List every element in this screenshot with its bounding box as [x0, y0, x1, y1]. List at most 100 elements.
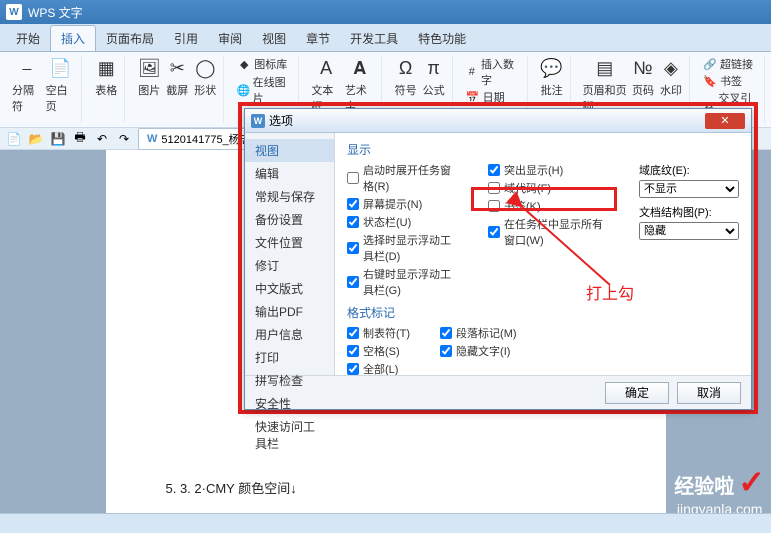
display-col2-checkbox-1[interactable] [488, 182, 500, 194]
display-col2-checkbox-2[interactable] [488, 200, 500, 212]
display-col1-1[interactable]: 屏幕提示(N) [347, 196, 458, 212]
shapes-button[interactable]: ◯形状 [193, 56, 217, 98]
open-icon[interactable]: 📂 [28, 131, 44, 147]
sidebar-item-pdf[interactable]: 输出PDF [245, 300, 334, 323]
wordart-button[interactable]: 𝐀艺术字 [345, 56, 375, 114]
dialog-title: 选项 [269, 112, 293, 129]
dialog-close-button[interactable]: ✕ [705, 113, 745, 129]
display-col1-3[interactable]: 选择时显示浮动工具栏(D) [347, 232, 458, 264]
tab-review[interactable]: 审阅 [208, 26, 252, 51]
section-display-title: 显示 [347, 141, 739, 158]
sidebar-item-filelocation[interactable]: 文件位置 [245, 231, 334, 254]
fmt-col2-label-1: 隐藏文字(I) [456, 343, 510, 359]
display-col1-checkbox-3[interactable] [347, 242, 359, 254]
fmt-col1-2[interactable]: 全部(L) [347, 361, 410, 375]
tab-home[interactable]: 开始 [6, 26, 50, 51]
display-col2-label-3: 在任务栏中显示所有窗口(W) [504, 216, 609, 248]
display-col1-4[interactable]: 右键时显示浮动工具栏(G) [347, 266, 458, 298]
tab-view[interactable]: 视图 [252, 26, 296, 51]
ribbon-tabs: 开始 插入 页面布局 引用 审阅 视图 章节 开发工具 特色功能 [0, 24, 771, 52]
fmt-col1-checkbox-2[interactable] [347, 363, 359, 375]
sidebar-item-edit[interactable]: 编辑 [245, 162, 334, 185]
fmt-col2-checkbox-1[interactable] [440, 345, 452, 357]
sidebar-item-backup[interactable]: 备份设置 [245, 208, 334, 231]
display-col2-2[interactable]: 书签(K) [488, 198, 609, 214]
display-col1-checkbox-4[interactable] [347, 276, 359, 288]
display-col1-label-0: 启动时展开任务窗格(R) [363, 162, 458, 194]
page-number-button[interactable]: №页码 [631, 56, 655, 114]
fmt-col1-1[interactable]: 空格(S) [347, 343, 410, 359]
undo-icon[interactable]: ↶ [94, 131, 110, 147]
separator-icon: ⎯ [15, 56, 39, 80]
equation-icon: π [422, 56, 446, 80]
display-col1-checkbox-1[interactable] [347, 198, 359, 210]
display-col2-3[interactable]: 在任务栏中显示所有窗口(W) [488, 216, 609, 248]
tab-insert[interactable]: 插入 [50, 25, 96, 51]
bookmark-button[interactable]: 🔖书签 [702, 73, 758, 89]
comment-button[interactable]: 💬批注 [540, 56, 564, 98]
fmt-col2-1[interactable]: 隐藏文字(I) [440, 343, 517, 359]
display-col1-checkbox-2[interactable] [347, 216, 359, 228]
app-title: WPS 文字 [28, 4, 83, 21]
sidebar-item-user[interactable]: 用户信息 [245, 323, 334, 346]
tab-layout[interactable]: 页面布局 [96, 26, 164, 51]
iconlib-button[interactable]: ◆图标库 [236, 56, 292, 72]
display-col2-1[interactable]: 域代码(F) [488, 180, 609, 196]
symbol-button[interactable]: Ω符号 [394, 56, 418, 98]
hyperlink-button[interactable]: 🔗超链接 [702, 56, 758, 72]
display-col2-checkbox-3[interactable] [488, 226, 500, 238]
sidebar-item-revise[interactable]: 修订 [245, 254, 334, 277]
new-icon[interactable]: 📄 [6, 131, 22, 147]
sidebar-item-security[interactable]: 安全性 [245, 392, 334, 415]
tab-dev[interactable]: 开发工具 [340, 26, 408, 51]
fmt-col1-checkbox-0[interactable] [347, 327, 359, 339]
dialog-titlebar: W 选项 ✕ [245, 109, 751, 133]
field-shading-select[interactable]: 不显示 [639, 180, 739, 198]
sidebar-item-spell[interactable]: 拼写检查 [245, 369, 334, 392]
picture-icon: 🖼 [137, 56, 161, 80]
comment-icon: 💬 [540, 56, 564, 80]
display-col1-0[interactable]: 启动时展开任务窗格(R) [347, 162, 458, 194]
table-button[interactable]: ▦表格 [94, 56, 118, 98]
online-pic-button[interactable]: 🌐在线图片 [236, 74, 292, 106]
tab-special[interactable]: 特色功能 [408, 26, 476, 51]
sidebar-item-chinese[interactable]: 中文版式 [245, 277, 334, 300]
dialog-sidebar: 视图 编辑 常规与保存 备份设置 文件位置 修订 中文版式 输出PDF 用户信息… [245, 133, 335, 375]
watermark-button[interactable]: ◈水印 [659, 56, 683, 114]
redo-icon[interactable]: ↷ [116, 131, 132, 147]
sidebar-item-general[interactable]: 常规与保存 [245, 185, 334, 208]
display-col1-checkbox-0[interactable] [347, 172, 359, 184]
display-col1-label-3: 选择时显示浮动工具栏(D) [363, 232, 458, 264]
tab-refs[interactable]: 引用 [164, 26, 208, 51]
sidebar-item-view[interactable]: 视图 [245, 139, 334, 162]
fmt-col2-checkbox-0[interactable] [440, 327, 452, 339]
fmt-col1-label-0: 制表符(T) [363, 325, 410, 341]
display-col2-0[interactable]: 突出显示(H) [488, 162, 609, 178]
sidebar-item-qat[interactable]: 快速访问工具栏 [245, 415, 334, 455]
separator-button[interactable]: ⎯分隔符 [12, 56, 42, 114]
fmt-col1-label-1: 空格(S) [363, 343, 400, 359]
date-button[interactable]: 📅日期 [465, 89, 521, 105]
screenshot-button[interactable]: ✂截屏 [165, 56, 189, 98]
cancel-button[interactable]: 取消 [677, 382, 741, 404]
insert-number-button[interactable]: #插入数字 [465, 56, 521, 88]
fmt-col2-0[interactable]: 段落标记(M) [440, 325, 517, 341]
tab-section[interactable]: 章节 [296, 26, 340, 51]
picture-button[interactable]: 🖼图片 [137, 56, 161, 98]
blank-page-button[interactable]: 📄空白页 [46, 56, 76, 114]
save-icon[interactable]: 💾 [50, 131, 66, 147]
fmt-col1-checkbox-1[interactable] [347, 345, 359, 357]
ok-button[interactable]: 确定 [605, 382, 669, 404]
display-col2-checkbox-0[interactable] [488, 164, 500, 176]
display-col1-2[interactable]: 状态栏(U) [347, 214, 458, 230]
print-icon[interactable]: 🖶 [72, 131, 88, 147]
display-col1-label-2: 状态栏(U) [363, 214, 411, 230]
header-footer-button[interactable]: ▤页眉和页脚 [583, 56, 627, 114]
equation-button[interactable]: π公式 [422, 56, 446, 98]
sidebar-item-print[interactable]: 打印 [245, 346, 334, 369]
textbox-button[interactable]: A文本框 [311, 56, 341, 114]
docmap-select[interactable]: 隐藏 [639, 222, 739, 240]
dialog-main: 显示 启动时展开任务窗格(R) 屏幕提示(N) 状态栏(U) 选择时显示浮动工具栏(D… [335, 133, 751, 375]
fmt-col1-0[interactable]: 制表符(T) [347, 325, 410, 341]
display-col2-label-1: 域代码(F) [504, 180, 551, 196]
